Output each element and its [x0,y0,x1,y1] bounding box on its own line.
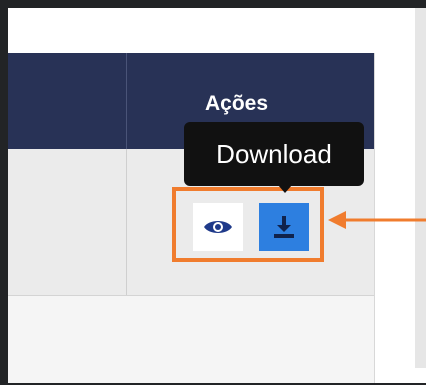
download-button[interactable] [259,203,309,251]
download-icon [274,216,294,238]
window-border-left [0,0,8,385]
header-column-divider [126,53,127,149]
table-row [8,296,374,383]
download-tooltip: Download [184,122,364,186]
screenshot-frame: Ações Download [0,0,426,385]
eye-icon [204,221,232,233]
annotation-arrow-icon [328,211,426,229]
side-panel [415,8,426,368]
window-border-top [0,0,426,8]
actions-column-header: Ações [205,92,269,115]
row-column-divider [126,149,127,295]
tooltip-arrow [278,185,292,193]
view-button[interactable] [193,203,243,251]
